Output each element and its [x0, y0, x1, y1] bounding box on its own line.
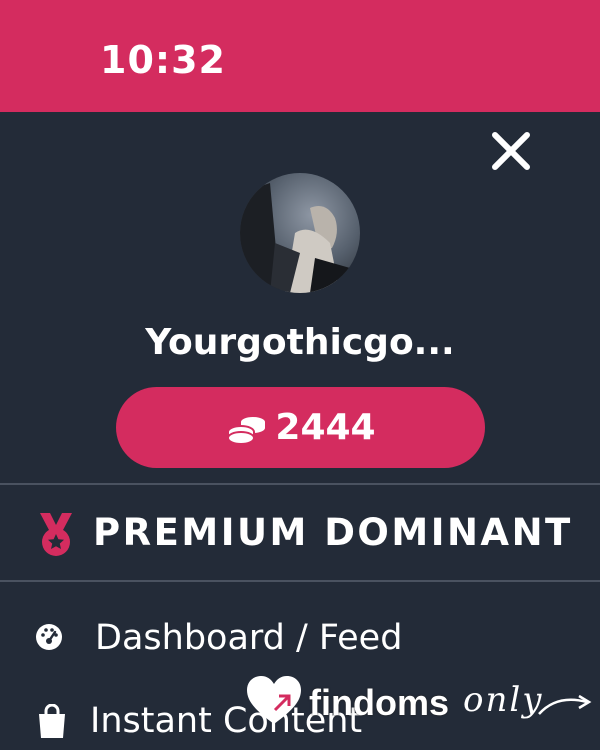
status-bar: 10:32: [0, 0, 600, 112]
shopping-bag-icon: [39, 704, 65, 738]
close-button[interactable]: [488, 128, 534, 174]
menu-item-dashboard[interactable]: Dashboard / Feed: [0, 610, 600, 670]
medal-icon: [40, 513, 72, 556]
avatar-photo: [240, 173, 360, 293]
rank-label: PREMIUM DOMINANT: [93, 511, 573, 554]
status-time: 10:32: [100, 38, 226, 82]
coin-balance-button[interactable]: 2444: [116, 387, 485, 468]
coins-icon: [227, 414, 268, 445]
findomsonly-logo: findoms only: [245, 668, 595, 743]
logo-text-only: only: [463, 680, 544, 720]
coin-count: 2444: [275, 407, 376, 448]
dashboard-gauge-icon: [36, 624, 62, 650]
menu-item-label: Dashboard / Feed: [95, 618, 403, 658]
avatar[interactable]: [240, 173, 360, 293]
close-icon: [492, 132, 530, 170]
username: Yourgothicgo...: [145, 322, 455, 363]
divider-top: [0, 483, 600, 485]
divider-bottom: [0, 580, 600, 582]
heart-logo-icon: [247, 676, 301, 724]
logo-text-findoms: findoms: [309, 682, 449, 723]
arrow-flourish-icon: [538, 694, 592, 715]
